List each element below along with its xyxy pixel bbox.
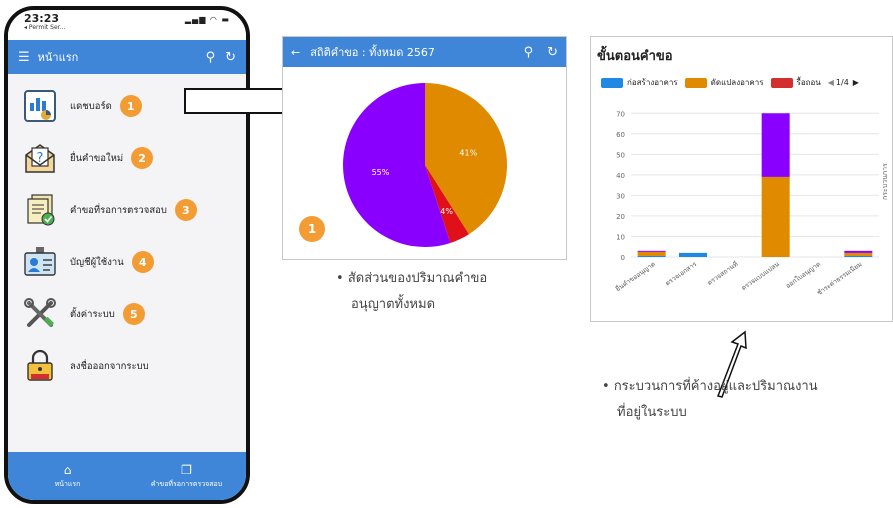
new-request-icon: ? [22, 140, 58, 176]
caption-line: อนุญาตทั้งหมด [351, 297, 436, 312]
refresh-icon[interactable]: ↻ [225, 50, 236, 65]
bar-segment[interactable] [637, 250, 666, 252]
pie-slice-label: 41% [459, 148, 477, 157]
y-tick-label: 0 [621, 254, 625, 262]
menu-item-logout[interactable]: ลงชื่อออกจากระบบ [8, 340, 246, 392]
bar-segment[interactable] [844, 250, 873, 253]
legend-item[interactable]: รื้อถอน [770, 76, 821, 89]
menu-item-user-account[interactable]: บัญชีผู้ใช้งาน 4 [8, 236, 246, 288]
menu-item-label: ลงชื่อออกจากระบบ [70, 360, 149, 372]
legend-label: ดัดแปลงอาคาร [710, 78, 764, 87]
bar-segment[interactable] [679, 252, 707, 257]
bar-chart: 010203040506070ยื่นคำขออนุญาต ตรวจเอกสารต… [614, 110, 889, 297]
bottom-nav-pending[interactable]: ❐ คำขอที่รอการตรวจสอบ [127, 452, 246, 500]
bar-segment[interactable] [637, 251, 666, 256]
status-bar: 23:23 ◂ Permit Ser... ▂▄▆ ◠ ▬ [8, 10, 246, 40]
pie-chart: 41% 4% 55% [342, 83, 507, 247]
bottom-navigation: ⌂ หน้าแรก ❐ คำขอที่รอการตรวจสอบ [8, 452, 246, 500]
menu-item-label: คำขอที่รอการตรวจสอบ [70, 204, 167, 216]
signal-wifi-battery-icon: ▂▄▆ ◠ ▬ [184, 15, 230, 24]
app-header: ☰ หน้าแรก ⚲ ↻ [8, 40, 246, 74]
menu-item-settings[interactable]: ตั้งค่าระบบ 5 [8, 288, 246, 340]
y-tick-label: 50 [616, 151, 625, 159]
y-tick-label: 40 [616, 172, 625, 180]
x-tick-label: ชำระค่าธรรมเนียม [815, 260, 863, 297]
y-axis-label: กระบวนการ [881, 163, 889, 200]
pie-slice-label: 55% [372, 168, 390, 177]
pending-documents-icon [22, 192, 58, 228]
legend-item[interactable]: ก่อสร้างอาคาร [601, 76, 678, 89]
x-tick-label: ตรวจแบบแปลน [740, 260, 781, 292]
x-tick-label: ยื่นคำขออนุญาต [614, 259, 657, 293]
statistics-header: ← สถิติคำขอ : ทั้งหมด 2567 ⚲ ↻ [283, 37, 566, 67]
legend-next-icon[interactable]: ▶ [853, 78, 859, 87]
copy-icon: ❐ [181, 462, 192, 477]
legend-prev-icon[interactable]: ◀ [828, 78, 834, 87]
y-tick-label: 10 [616, 233, 625, 241]
bottom-nav-label: คำขอที่รอการตรวจสอบ [150, 479, 223, 488]
search-icon[interactable]: ⚲ [206, 50, 216, 65]
legend-swatch [601, 77, 623, 88]
caption-line: ที่อยู่ในระบบ [617, 405, 687, 420]
chart-legend: ก่อสร้างอาคาร ดัดแปลงอาคาร รื้อถอน ◀ 1/4… [601, 76, 892, 89]
step-badge: 3 [174, 199, 197, 221]
pie-caption: • สัดส่วนของปริมาณคำขอ อนุญาตทั้งหมด [336, 266, 487, 318]
bar-segment[interactable] [761, 176, 790, 257]
menu-item-label: ยื่นคำขอใหม่ [70, 152, 124, 164]
home-icon: ⌂ [63, 462, 72, 477]
legend-label: รื้อถอน [796, 78, 821, 87]
header-title: หน้าแรก [37, 51, 79, 64]
settings-tools-icon [22, 296, 58, 332]
y-tick-label: 30 [616, 192, 625, 200]
x-tick-label: ตรวจสถานที่ [705, 259, 739, 287]
caption-text: กระบวนการที่ค้างอยู่และปริมาณงาน [613, 379, 818, 394]
hamburger-menu-icon[interactable]: ☰ [18, 50, 30, 65]
legend-item[interactable]: ดัดแปลงอาคาร [684, 76, 764, 89]
caption-line: • กระบวนการที่ค้างอยู่และปริมาณงาน [602, 379, 818, 394]
page: 23:23 ◂ Permit Ser... ▂▄▆ ◠ ▬ ☰ หน้าแรก … [0, 0, 893, 508]
bottom-nav-home[interactable]: ⌂ หน้าแรก [8, 452, 127, 500]
step-badge: 4 [131, 251, 154, 273]
caption-line: • สัดส่วนของปริมาณคำขอ [336, 271, 488, 286]
back-arrow-icon[interactable]: ← [291, 46, 300, 59]
bar-segment[interactable] [844, 252, 873, 256]
menu-item-label: บัญชีผู้ใช้งาน [70, 256, 124, 268]
logout-lock-icon [22, 348, 58, 384]
process-title: ขั้นตอนคำขอ [597, 49, 673, 64]
step-badge: 1 [119, 95, 142, 117]
statistics-title: สถิติคำขอ : ทั้งหมด 2567 [310, 46, 435, 59]
user-account-icon [22, 244, 58, 280]
caption-text: สัดส่วนของปริมาณคำขอ [347, 271, 488, 286]
search-icon[interactable]: ⚲ [524, 45, 534, 60]
x-tick-label: ออกใบอนุญาต [784, 260, 822, 290]
step-badge: 1 [299, 216, 325, 242]
y-tick-label: 20 [616, 213, 625, 221]
legend-swatch [684, 77, 707, 88]
menu-item-label: ตั้งค่าระบบ [70, 308, 115, 320]
back-to-app-link[interactable]: ◂ Permit Ser... [24, 24, 232, 32]
legend-page: 1/4 [835, 78, 849, 87]
dashboard-icon [22, 88, 58, 124]
menu-item-label: แดชบอร์ด [70, 100, 112, 112]
bottom-nav-label: หน้าแรก [54, 479, 81, 488]
legend-label: ก่อสร้างอาคาร [627, 78, 678, 87]
legend-swatch [770, 77, 793, 88]
refresh-icon[interactable]: ↻ [547, 45, 558, 60]
pie-slice-label: 4% [440, 207, 453, 216]
step-badge: 5 [122, 303, 145, 325]
menu-item-pending-requests[interactable]: คำขอที่รอการตรวจสอบ 3 [8, 184, 246, 236]
menu-item-new-request[interactable]: ? ยื่นคำขอใหม่ 2 [8, 132, 246, 184]
x-tick-label: ตรวจเอกสาร [664, 260, 699, 288]
process-caption: • กระบวนการที่ค้างอยู่และปริมาณงาน ที่อย… [602, 374, 818, 426]
process-panel: ขั้นตอนคำขอ ก่อสร้างอาคาร ดัดแปลงอาคาร ร… [590, 36, 893, 322]
step-badge: 2 [131, 147, 154, 169]
y-tick-label: 60 [616, 131, 625, 139]
bar-segment[interactable] [761, 113, 790, 177]
y-tick-label: 70 [616, 110, 625, 118]
bar-segment[interactable] [844, 255, 873, 257]
bar-segment[interactable] [637, 255, 666, 257]
